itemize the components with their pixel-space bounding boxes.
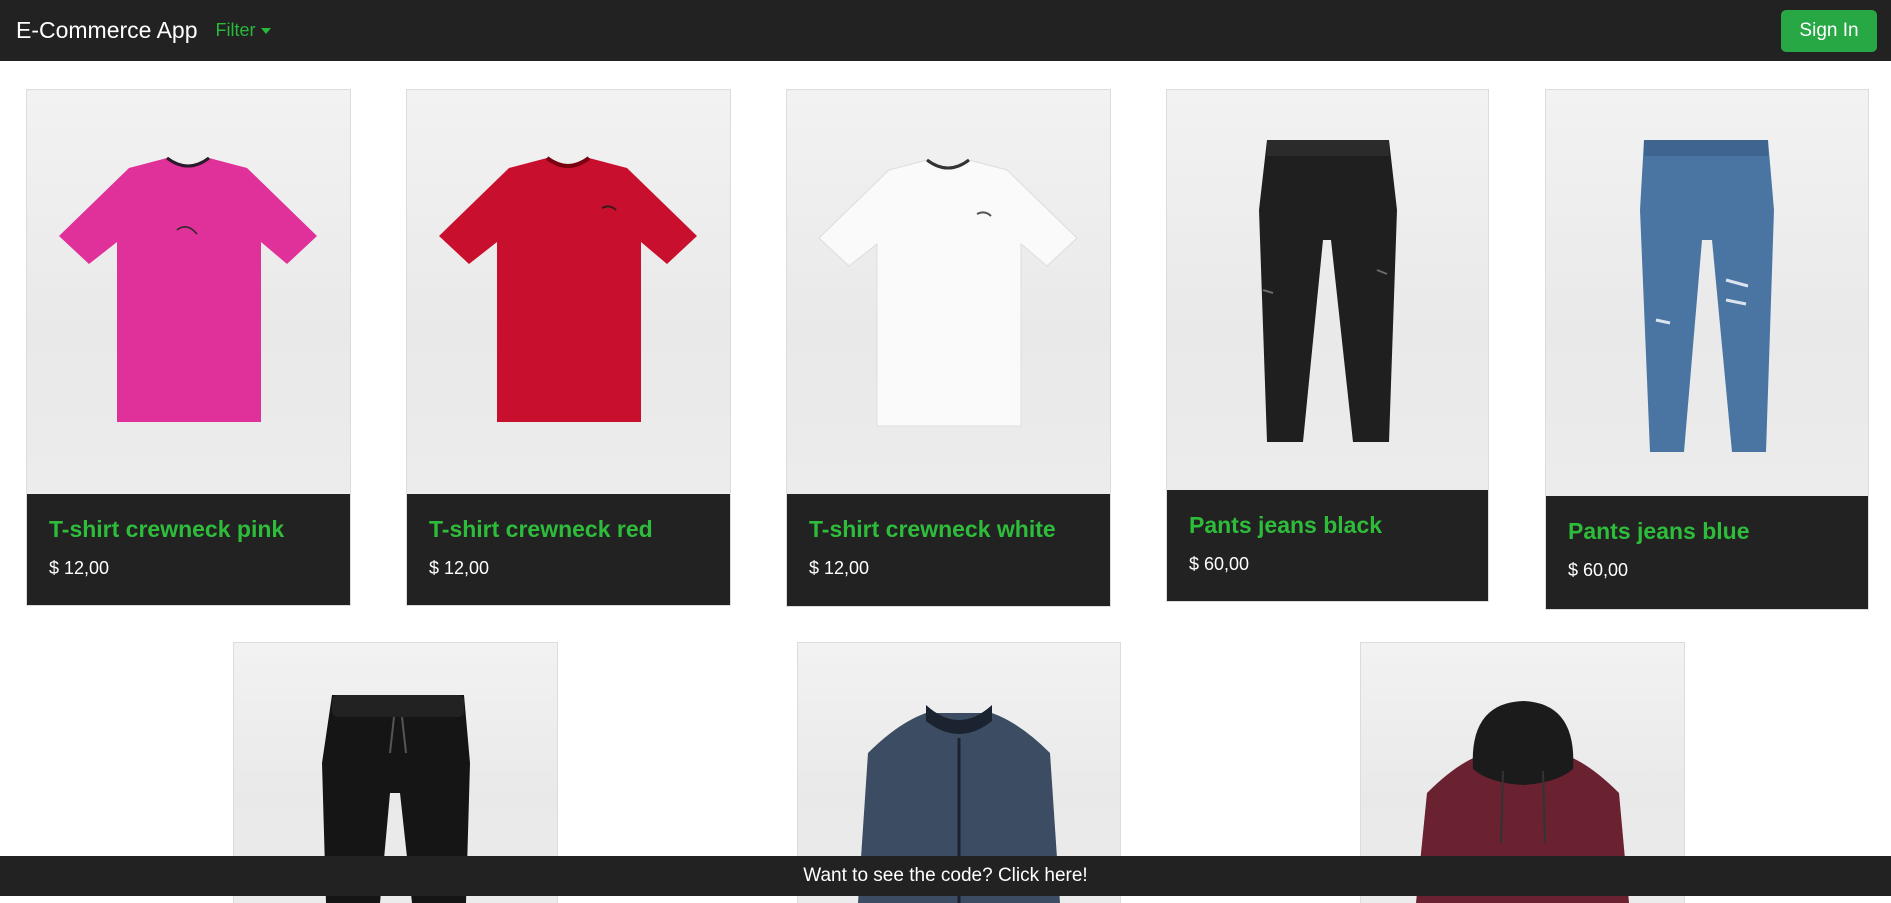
product-image-white-tshirt [787, 90, 1110, 494]
product-card[interactable]: T-shirt crewneck pink $ 12,00 [26, 89, 351, 606]
product-image-black-jeans [1167, 90, 1488, 490]
view-code-footer-link[interactable]: Want to see the code? Click here! [0, 856, 1891, 896]
product-card-body: T-shirt crewneck white $ 12,00 [787, 494, 1110, 606]
filter-dropdown[interactable]: Filter [216, 20, 271, 41]
product-card[interactable]: Pants jeans black $ 60,00 [1166, 89, 1489, 602]
brand-logo[interactable]: E-Commerce App [16, 17, 198, 44]
product-price: $ 12,00 [49, 558, 110, 578]
product-price: $ 60,00 [1189, 554, 1250, 574]
product-card-body: Pants jeans black $ 60,00 [1167, 490, 1488, 601]
product-card-body: Pants jeans blue $ 60,00 [1546, 496, 1868, 609]
product-card-body: T-shirt crewneck red $ 12,00 [407, 494, 730, 605]
caret-down-icon [260, 27, 271, 34]
product-title[interactable]: Pants jeans black [1189, 512, 1382, 539]
product-title[interactable]: Pants jeans blue [1568, 518, 1750, 545]
product-title[interactable]: T-shirt crewneck pink [49, 516, 284, 543]
product-card[interactable]: T-shirt crewneck red $ 12,00 [406, 89, 731, 606]
product-image-pink-tshirt [27, 90, 350, 493]
product-image-red-tshirt [407, 90, 730, 493]
sign-in-button[interactable]: Sign In [1781, 10, 1877, 52]
product-card[interactable]: T-shirt crewneck white $ 12,00 [786, 89, 1111, 607]
product-card-body: T-shirt crewneck pink $ 12,00 [27, 494, 350, 605]
product-price: $ 12,00 [809, 558, 870, 578]
product-title[interactable]: T-shirt crewneck red [429, 516, 653, 543]
product-card[interactable]: Pants jeans blue $ 60,00 [1545, 89, 1869, 610]
filter-label: Filter [215, 20, 256, 40]
navbar: E-Commerce App Filter Sign In [0, 0, 1891, 61]
product-title[interactable]: T-shirt crewneck white [809, 516, 1056, 543]
product-image-blue-jeans [1546, 90, 1868, 496]
product-price: $ 12,00 [429, 558, 490, 578]
product-price: $ 60,00 [1568, 560, 1629, 580]
